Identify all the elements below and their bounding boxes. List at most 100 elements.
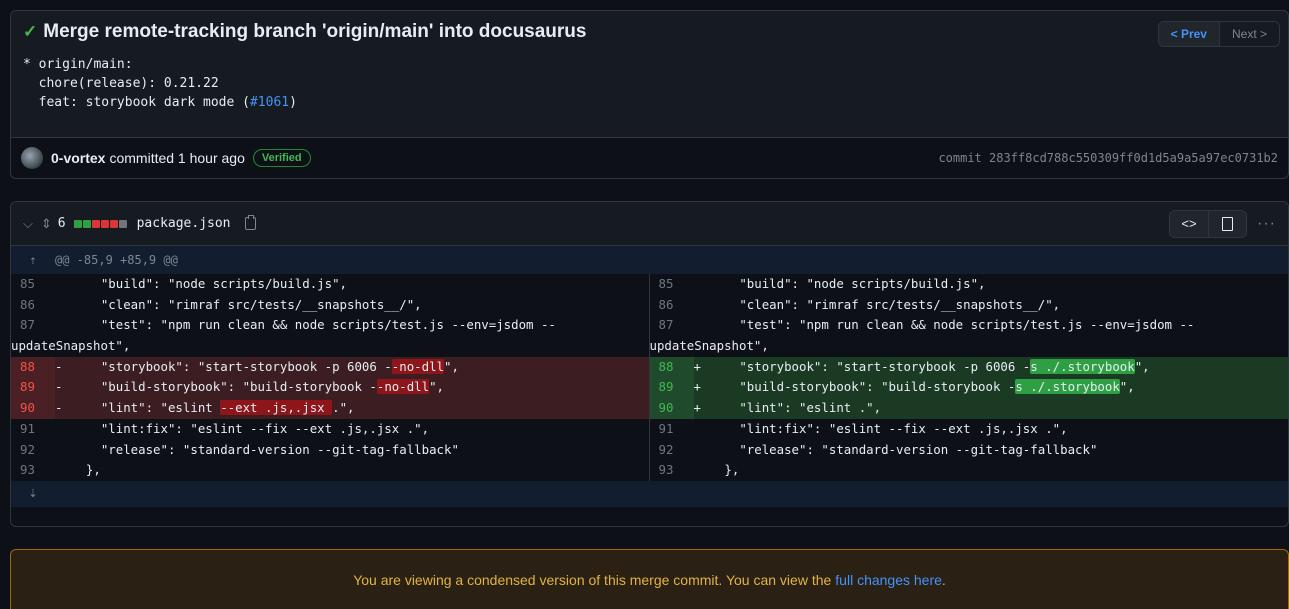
- line-number[interactable]: 87: [650, 315, 694, 336]
- diff-line: 88- "storybook": "start-storybook -p 600…: [11, 356, 649, 378]
- diff-line: 92 "release": "standard-version --git-ta…: [650, 440, 1289, 461]
- code-segment: "test": "npm run clean && node scripts/t…: [709, 317, 1195, 333]
- next-button[interactable]: Next >: [1219, 22, 1279, 46]
- avatar[interactable]: [21, 147, 43, 169]
- code-segment: "build-storybook": "build-storybook -: [709, 379, 1016, 395]
- line-number[interactable]: 91: [11, 419, 55, 440]
- line-number[interactable]: 86: [11, 295, 55, 316]
- line-number[interactable]: 93: [650, 460, 694, 481]
- check-icon: ✓: [23, 22, 38, 41]
- line-number[interactable]: 89: [11, 377, 55, 399]
- diff-marker: -: [55, 358, 63, 374]
- code-text: "release": "standard-version --git-tag-f…: [709, 440, 1098, 461]
- line-number[interactable]: 87: [11, 315, 55, 336]
- line-number[interactable]: 92: [11, 440, 55, 461]
- expand-down-icon[interactable]: ⇣: [11, 487, 55, 500]
- diffstat-block: [73, 219, 82, 228]
- more-options-icon[interactable]: ···: [1257, 215, 1276, 233]
- hunk-header: ⇡ @@ -85,9 +85,9 @@: [11, 246, 1288, 274]
- copy-icon[interactable]: [244, 215, 256, 230]
- diff-marker: +: [693, 400, 701, 416]
- prev-button[interactable]: < Prev: [1158, 22, 1220, 46]
- changed-segment: s ./.storybook: [1030, 358, 1135, 374]
- code-segment: "build": "node scripts/build.js",: [71, 276, 348, 291]
- line-number[interactable]: 92: [650, 440, 694, 461]
- line-number[interactable]: 88: [11, 356, 55, 378]
- code-text: "storybook": "start-storybook -p 6006 -s…: [710, 357, 1150, 378]
- diff-line: 88 + "storybook": "start-storybook -p 600…: [649, 356, 1288, 378]
- diff-marker: [694, 419, 710, 440]
- diff-line: 86 "clean": "rimraf src/tests/__snapshot…: [11, 295, 649, 316]
- line-number[interactable]: 90: [649, 398, 694, 419]
- expand-up-icon[interactable]: ⇡: [11, 253, 55, 267]
- diff-line: 93 },: [11, 460, 649, 481]
- condensed-notice: You are viewing a condensed version of t…: [10, 549, 1289, 609]
- diff-marker: [694, 274, 710, 295]
- diff-marker: [694, 460, 710, 481]
- chevron-down-icon[interactable]: ⌵: [23, 216, 33, 232]
- committed-time: committed 1 hour ago: [109, 150, 245, 166]
- line-number[interactable]: 90: [11, 398, 55, 419]
- code-segment: "lint": "eslint: [71, 400, 221, 416]
- changed-segment: --ext .js,.jsx: [220, 400, 333, 416]
- code-segment: "lint:fix": "eslint --fix --ext .js,.jsx…: [709, 420, 1068, 436]
- line-number[interactable]: 88: [649, 356, 694, 378]
- diff-marker: -: [55, 400, 63, 416]
- diffstat-block: [109, 219, 118, 228]
- diff-marker: [694, 315, 710, 336]
- file-name-link[interactable]: package.json: [137, 216, 231, 231]
- diff-line: 90- "lint": "eslint --ext .js,.jsx .",: [11, 398, 649, 419]
- code-segment: ",: [1119, 379, 1135, 395]
- code-segment: "release": "standard-version --git-tag-f…: [709, 441, 1098, 457]
- code-text: "clean": "rimraf src/tests/__snapshots__…: [710, 295, 1060, 316]
- code-segment: "lint": "eslint .",: [709, 400, 882, 416]
- diff-marker: [55, 460, 71, 481]
- code-segment: ",: [444, 358, 459, 374]
- line-number[interactable]: 89: [649, 377, 694, 399]
- diff-line: 91 "lint:fix": "eslint --fix --ext .js,.…: [650, 419, 1289, 440]
- diff-line: 85 "build": "node scripts/build.js",: [650, 274, 1289, 295]
- file-view-button[interactable]: [1208, 210, 1247, 237]
- diff-line: 85 "build": "node scripts/build.js",: [11, 274, 649, 295]
- diff-line: 90 + "lint": "eslint .",: [649, 398, 1288, 419]
- full-changes-link[interactable]: full changes here: [835, 572, 942, 588]
- author-link[interactable]: 0-vortex: [51, 150, 105, 166]
- code-text: "lint": "eslint .",: [709, 398, 882, 419]
- commit-message-line: feat: storybook dark mode (#1061): [23, 93, 297, 112]
- file-icon: [1222, 216, 1234, 231]
- code-segment: updateSnapshot",: [11, 338, 131, 354]
- code-segment: "clean": "rimraf src/tests/__snapshots__…: [71, 296, 422, 312]
- line-number[interactable]: 86: [650, 295, 694, 316]
- diff-file: ⌵ ⇕ 6 package.json <> ··· ⇡ @@ -85,9 +85…: [10, 201, 1289, 527]
- code-text: },: [709, 460, 740, 481]
- line-number[interactable]: 91: [650, 419, 694, 440]
- diff-marker: [694, 295, 710, 316]
- code-text: },: [71, 460, 101, 481]
- code-text: "build-storybook": "build-storybook -s .…: [710, 377, 1135, 398]
- code-view-icon[interactable]: <>: [1170, 210, 1209, 237]
- diff-marker: [55, 274, 71, 295]
- changed-segment: -no-dll: [391, 358, 444, 374]
- commit-title: ✓ Merge remote-tracking branch 'origin/m…: [23, 21, 587, 43]
- line-number[interactable]: 85: [11, 274, 55, 295]
- diff-right-side: 85 "build": "node scripts/build.js", 86 "…: [649, 274, 1289, 481]
- commit-message-line: chore(release): 0.21.22: [23, 76, 219, 91]
- code-text: updateSnapshot",: [11, 336, 130, 357]
- code-segment: },: [709, 462, 740, 478]
- commit-header: ✓ Merge remote-tracking branch 'origin/m…: [10, 10, 1289, 137]
- code-segment: "lint:fix": "eslint --fix --ext .js,.jsx…: [71, 420, 430, 436]
- code-segment: updateSnapshot",: [649, 338, 769, 354]
- change-count: 6: [57, 216, 66, 231]
- changed-segment: s ./.storybook: [1015, 379, 1120, 395]
- diffstat-block: [118, 219, 127, 228]
- commit-meta: 0-vortex committed 1 hour ago Verified c…: [10, 137, 1289, 179]
- code-segment: "test": "npm run clean && node scripts/t…: [71, 317, 556, 333]
- expand-icon[interactable]: ⇕: [41, 216, 52, 232]
- bottom-expander: ⇣: [11, 480, 1288, 507]
- verified-badge[interactable]: Verified: [252, 149, 311, 167]
- line-number[interactable]: 85: [650, 274, 694, 295]
- diff-line: 93 },: [650, 460, 1289, 481]
- line-number[interactable]: 93: [11, 460, 55, 481]
- code-text: "test": "npm run clean && node scripts/t…: [709, 315, 1195, 336]
- issue-link[interactable]: #1061: [250, 95, 289, 110]
